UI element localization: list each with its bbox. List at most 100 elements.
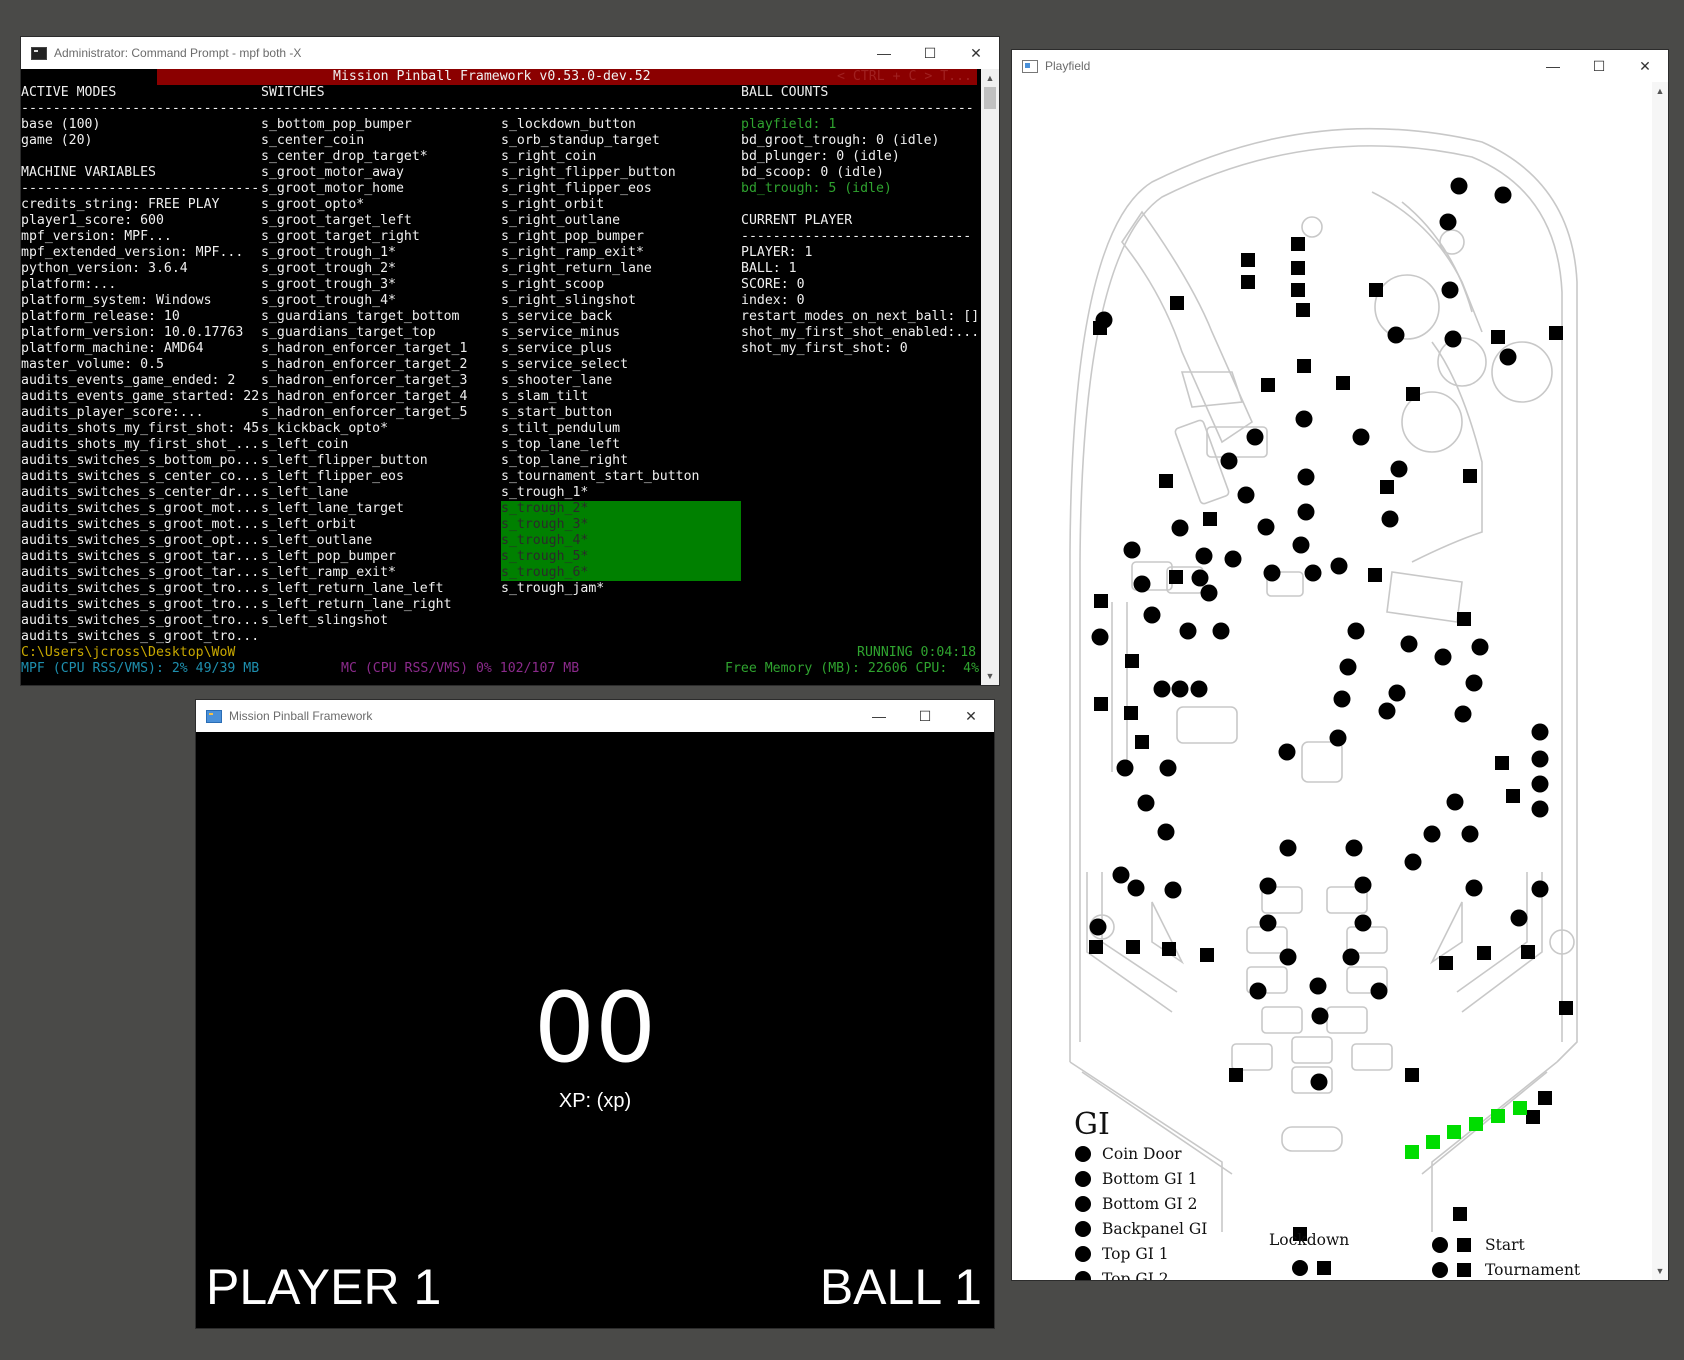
coil-square[interactable] (1453, 1207, 1467, 1221)
coil-square[interactable] (1406, 387, 1420, 401)
scroll-down-arrow-icon[interactable]: ▼ (1652, 1262, 1668, 1280)
lamp-dot[interactable] (1212, 622, 1230, 640)
coil-square[interactable] (1261, 378, 1275, 392)
lamp-dot[interactable] (1465, 879, 1483, 897)
lit-lamp-square[interactable] (1469, 1117, 1483, 1131)
coil-square[interactable] (1538, 1091, 1552, 1105)
lamp-dot[interactable] (1354, 914, 1372, 932)
lamp-dot[interactable] (1191, 569, 1209, 587)
lamp-dot[interactable] (1295, 410, 1313, 428)
lamp-dot[interactable] (1531, 723, 1549, 741)
lamp-dot[interactable] (1257, 518, 1275, 536)
mc-titlebar[interactable]: Mission Pinball Framework — ☐ ✕ (196, 700, 994, 732)
coil-square[interactable] (1380, 480, 1394, 494)
coil-square[interactable] (1549, 326, 1563, 340)
coil-square[interactable] (1169, 570, 1183, 584)
lamp-dot[interactable] (1249, 982, 1267, 1000)
lamp-dot[interactable] (1378, 702, 1396, 720)
lockdown-button-square[interactable] (1317, 1261, 1331, 1275)
lamp-dot[interactable] (1423, 825, 1441, 843)
coil-square[interactable] (1170, 296, 1184, 310)
tournament-button-square[interactable] (1457, 1263, 1471, 1277)
lamp-dot[interactable] (1304, 564, 1322, 582)
coil-square[interactable] (1124, 706, 1138, 720)
lamp-dot[interactable] (1444, 330, 1462, 348)
lamp-dot[interactable] (1461, 825, 1479, 843)
lamp-dot[interactable] (1531, 880, 1549, 898)
coil-square[interactable] (1439, 956, 1453, 970)
lamp-dot[interactable] (1531, 750, 1549, 768)
playfield-window[interactable]: Playfield — ☐ ✕ ▲ ▼ GI Coin Door Bottom … (1012, 50, 1668, 1280)
lamp-dot[interactable] (1388, 684, 1406, 702)
lamp-dot[interactable] (1471, 638, 1489, 656)
lamp-dot[interactable] (1333, 690, 1351, 708)
lamp-dot[interactable] (1259, 914, 1277, 932)
coil-square[interactable] (1241, 253, 1255, 267)
lamp-dot[interactable] (1311, 1007, 1329, 1025)
coil-square[interactable] (1291, 261, 1305, 275)
playfield-svg[interactable]: GI Coin Door Bottom GI 1 Bottom GI 2 Backpan… (1012, 82, 1652, 1280)
coil-square[interactable] (1369, 283, 1383, 297)
coil-square[interactable] (1200, 948, 1214, 962)
lamp-dot[interactable] (1465, 674, 1483, 692)
gi-lamp-dot[interactable] (1075, 1146, 1091, 1162)
lamp-dot[interactable] (1310, 1073, 1328, 1091)
coil-square[interactable] (1291, 237, 1305, 251)
coil-square[interactable] (1093, 321, 1107, 335)
coil-square[interactable] (1229, 1068, 1243, 1082)
lamp-dot[interactable] (1390, 460, 1408, 478)
coil-square[interactable] (1559, 1001, 1573, 1015)
command-prompt-window[interactable]: Administrator: Command Prompt - mpf both… (21, 37, 999, 685)
lamp-dot[interactable] (1278, 743, 1296, 761)
lamp-dot[interactable] (1200, 584, 1218, 602)
lamp-dot[interactable] (1309, 977, 1327, 995)
lamp-dot[interactable] (1297, 503, 1315, 521)
lamp-dot[interactable] (1400, 635, 1418, 653)
lamp-dot[interactable] (1439, 213, 1457, 231)
lamp-dot[interactable] (1387, 326, 1405, 344)
lamp-dot[interactable] (1531, 800, 1549, 818)
close-button[interactable]: ✕ (1622, 50, 1668, 82)
lockdown-lamp-dot[interactable] (1292, 1260, 1308, 1276)
lamp-dot[interactable] (1246, 428, 1264, 446)
coil-square[interactable] (1296, 303, 1310, 317)
lamp-dot[interactable] (1112, 866, 1130, 884)
gi-lamp-dot[interactable] (1075, 1171, 1091, 1187)
lamp-dot[interactable] (1171, 680, 1189, 698)
lamp-dot[interactable] (1339, 658, 1357, 676)
gi-lamp-dot[interactable] (1075, 1196, 1091, 1212)
coil-square[interactable] (1241, 275, 1255, 289)
console-scrollbar[interactable]: ▲ ▼ (981, 69, 999, 685)
lamp-dot[interactable] (1347, 622, 1365, 640)
maximize-button[interactable]: ☐ (902, 700, 948, 732)
playfield-canvas[interactable]: GI Coin Door Bottom GI 1 Bottom GI 2 Backpan… (1012, 82, 1652, 1280)
coil-square[interactable] (1405, 1068, 1419, 1082)
close-button[interactable]: ✕ (948, 700, 994, 732)
lit-lamp-square[interactable] (1491, 1109, 1505, 1123)
scroll-up-arrow-icon[interactable]: ▲ (1652, 82, 1668, 100)
lamp-dot[interactable] (1330, 557, 1348, 575)
coil-square[interactable] (1297, 359, 1311, 373)
lamp-dot[interactable] (1446, 793, 1464, 811)
maximize-button[interactable]: ☐ (1576, 50, 1622, 82)
lamp-dot[interactable] (1263, 564, 1281, 582)
lamp-dot[interactable] (1381, 510, 1399, 528)
maximize-button[interactable]: ☐ (907, 37, 953, 69)
lamp-dot[interactable] (1137, 794, 1155, 812)
lamp-dot[interactable] (1345, 839, 1363, 857)
lamp-dot[interactable] (1159, 759, 1177, 777)
coil-square[interactable] (1336, 376, 1350, 390)
gi-lamp-dot[interactable] (1075, 1271, 1091, 1280)
lamp-dot[interactable] (1510, 909, 1528, 927)
coil-square[interactable] (1126, 940, 1140, 954)
console-output[interactable]: Mission Pinball Framework v0.53.0-dev.52… (21, 69, 996, 685)
lamp-dot[interactable] (1279, 839, 1297, 857)
coil-square[interactable] (1506, 789, 1520, 803)
lamp-dot[interactable] (1224, 550, 1242, 568)
pf-titlebar[interactable]: Playfield — ☐ ✕ (1012, 50, 1668, 82)
lamp-dot[interactable] (1179, 622, 1197, 640)
coil-square[interactable] (1094, 594, 1108, 608)
lamp-dot[interactable] (1127, 879, 1145, 897)
lamp-dot[interactable] (1531, 775, 1549, 793)
minimize-button[interactable]: — (861, 37, 907, 69)
